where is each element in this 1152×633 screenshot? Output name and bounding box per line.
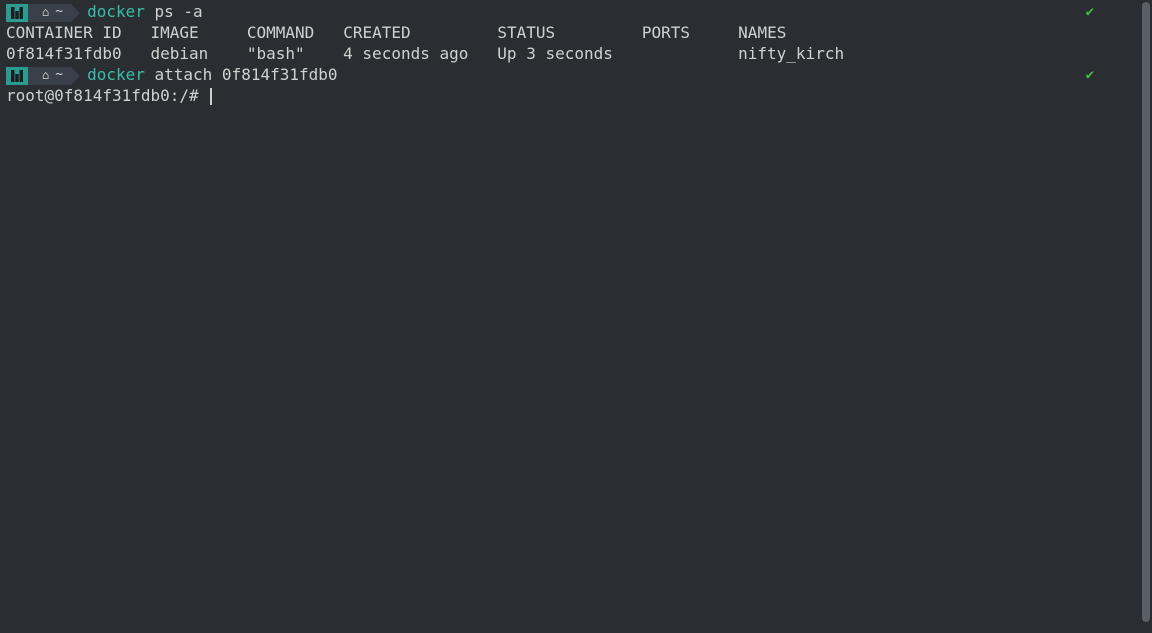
header-created: CREATED <box>343 23 410 44</box>
prompt-line-2: ⌂ ~ docker attach 0f814f31fdb0 ✔ <box>6 65 1130 86</box>
success-check-icon: ✔ <box>1086 3 1094 21</box>
scrollbar-thumb[interactable] <box>1142 2 1150 622</box>
cell-created: 4 seconds ago <box>343 44 468 65</box>
table-row: 0f814f31fdb0 debian "bash" 4 seconds ago… <box>6 44 1130 65</box>
manjaro-icon <box>11 70 23 82</box>
command-arguments: attach 0f814f31fdb0 <box>145 65 338 84</box>
header-image: IMAGE <box>151 23 199 44</box>
command-executable: docker <box>87 65 145 84</box>
path-segment: ⌂ ~ <box>28 67 71 85</box>
cell-status: Up 3 seconds <box>497 44 613 65</box>
container-root-prompt: root@0f814f31fdb0:/# <box>6 86 1130 107</box>
header-ports: PORTS <box>642 23 690 44</box>
path-segment: ⌂ ~ <box>28 4 71 22</box>
success-check-icon: ✔ <box>1086 66 1094 84</box>
header-command: COMMAND <box>247 23 314 44</box>
header-names: NAMES <box>738 23 786 44</box>
command-executable: docker <box>87 2 145 21</box>
cell-container-id: 0f814f31fdb0 <box>6 44 122 65</box>
table-header-row: CONTAINER ID IMAGE COMMAND CREATED STATU… <box>6 23 1130 44</box>
manjaro-icon <box>11 7 23 19</box>
command-1: docker ps -a <box>87 2 203 23</box>
home-icon: ⌂ <box>42 5 49 21</box>
text-cursor[interactable] <box>210 88 212 105</box>
command-2: docker attach 0f814f31fdb0 <box>87 65 337 86</box>
command-arguments: ps -a <box>145 2 203 21</box>
vertical-scrollbar[interactable] <box>1142 2 1150 622</box>
distro-badge <box>6 4 28 22</box>
cell-image: debian <box>151 44 209 65</box>
header-status: STATUS <box>497 23 555 44</box>
path-tilde: ~ <box>55 67 63 84</box>
cell-names: nifty_kirch <box>738 44 844 65</box>
prompt-line-1: ⌂ ~ docker ps -a ✔ <box>6 2 1130 23</box>
header-container-id: CONTAINER ID <box>6 23 122 44</box>
distro-badge <box>6 67 28 85</box>
cell-command: "bash" <box>247 44 305 65</box>
root-prompt-text: root@0f814f31fdb0:/# <box>6 86 208 107</box>
path-tilde: ~ <box>55 4 63 21</box>
home-icon: ⌂ <box>42 68 49 84</box>
terminal-output[interactable]: ⌂ ~ docker ps -a ✔ CONTAINER ID IMAGE CO… <box>0 0 1136 109</box>
